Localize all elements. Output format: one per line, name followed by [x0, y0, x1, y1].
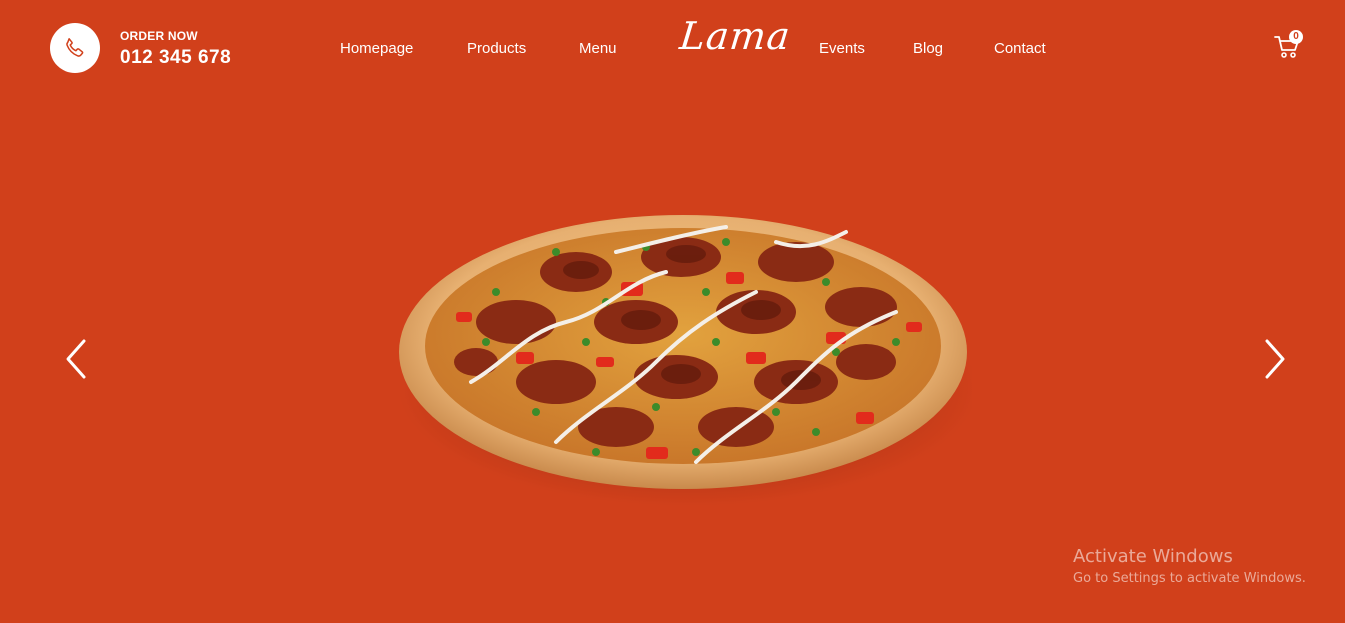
cart-count-badge: 0: [1289, 30, 1303, 44]
nav-menu[interactable]: Menu: [579, 40, 617, 57]
chevron-right-icon[interactable]: [1259, 337, 1289, 381]
chevron-left-icon[interactable]: [62, 337, 92, 381]
page: ORDER NOW 012 345 678 Homepage Products …: [0, 0, 1345, 623]
navbar: ORDER NOW 012 345 678 Homepage Products …: [0, 0, 1345, 100]
nav-homepage[interactable]: Homepage: [340, 40, 413, 57]
nav-events[interactable]: Events: [819, 40, 865, 57]
phone-icon[interactable]: [50, 23, 100, 73]
order-now[interactable]: ORDER NOW 012 345 678: [50, 23, 231, 73]
nav-products[interactable]: Products: [467, 40, 526, 57]
nav-blog[interactable]: Blog: [913, 40, 943, 57]
logo[interactable]: Lama: [678, 14, 793, 58]
pizza-image: [396, 212, 978, 512]
watermark-subtitle: Go to Settings to activate Windows.: [1073, 571, 1306, 586]
activate-windows-watermark: Activate Windows Go to Settings to activ…: [1073, 546, 1306, 586]
order-text: ORDER NOW 012 345 678: [120, 27, 231, 69]
order-label: ORDER NOW: [120, 29, 198, 43]
nav-contact[interactable]: Contact: [994, 40, 1046, 57]
phone-number[interactable]: 012 345 678: [120, 47, 231, 69]
watermark-title: Activate Windows: [1073, 546, 1233, 567]
